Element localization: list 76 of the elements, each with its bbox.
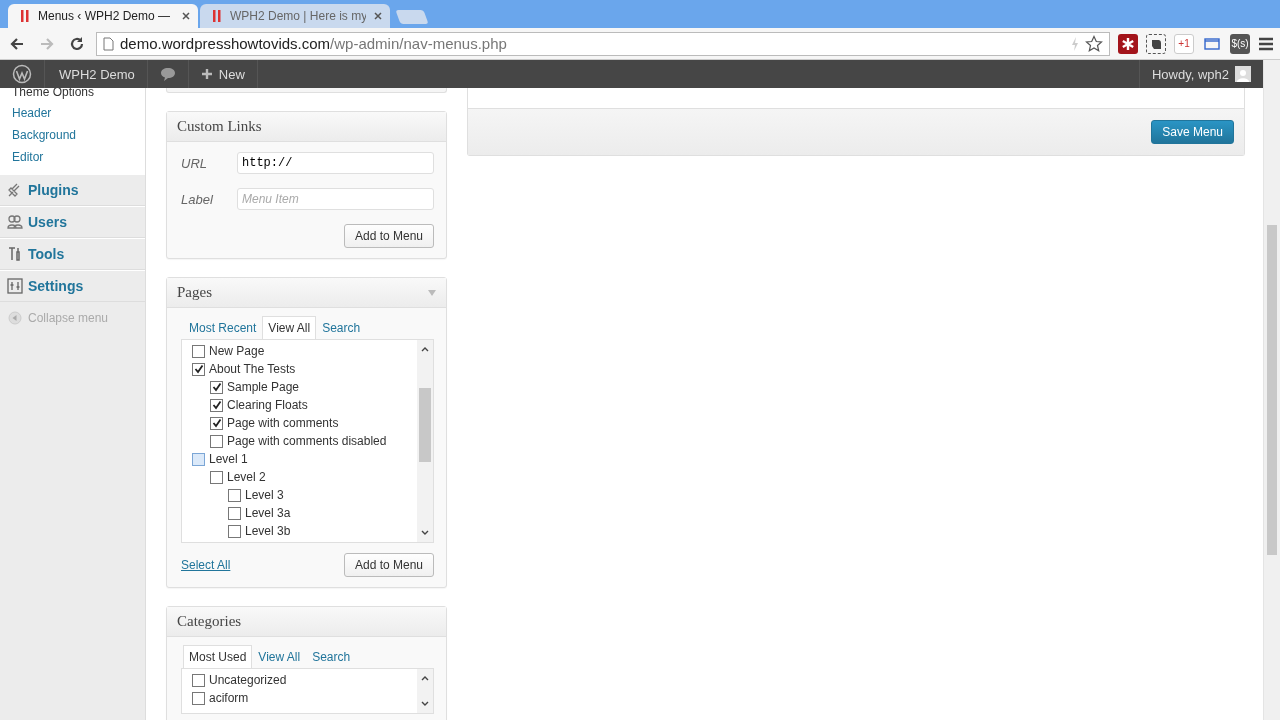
close-icon[interactable] [182, 12, 190, 20]
box-tab[interactable]: View All [262, 316, 317, 339]
panel-title: Categories [177, 613, 242, 630]
menu-icon[interactable] [1258, 36, 1274, 51]
checkbox[interactable] [228, 488, 241, 502]
settings-icon [6, 277, 24, 295]
add-to-menu-button[interactable]: Add to Menu [343, 553, 434, 577]
plus-one-icon[interactable]: +1 [1174, 33, 1194, 54]
checkbox-label: Page with comments disabled [227, 434, 387, 448]
checkbox[interactable] [210, 470, 223, 484]
forward-arrow-icon [39, 35, 55, 52]
submenu-link[interactable]: Theme Options [12, 88, 145, 102]
checkbox[interactable] [210, 380, 223, 394]
box-tab[interactable]: Most Recent [183, 316, 263, 339]
checkbox[interactable] [228, 506, 241, 520]
sidebar-item[interactable]: Users [0, 206, 145, 238]
lightning-icon [1071, 36, 1079, 51]
add-to-menu-button[interactable]: Add to Menu [343, 224, 434, 248]
checkbox-label: Level 1 [209, 452, 248, 466]
star-icon[interactable] [1085, 34, 1103, 53]
browser-tab[interactable]: Menus ‹ WPH2 Demo — [8, 4, 198, 28]
checkbox-label: Sample Page [227, 380, 300, 394]
favicon-icon [20, 9, 30, 23]
checkbox-label: About The Tests [209, 362, 296, 376]
checkbox-label: Level 2 [227, 470, 266, 484]
select-all-link[interactable]: Select All [181, 558, 231, 572]
panel-title: Custom Links [177, 118, 262, 135]
scrollbar[interactable] [417, 669, 433, 713]
page-icon [103, 36, 114, 51]
checkbox-label: Page with comments [227, 416, 339, 430]
extension-icon[interactable]: $(s) [1230, 33, 1250, 54]
checkbox[interactable] [192, 452, 205, 466]
back-arrow-icon [9, 35, 25, 52]
checkbox[interactable] [210, 416, 223, 430]
field-label: Label [181, 191, 214, 207]
checkbox[interactable] [210, 398, 223, 412]
reload-icon [69, 35, 85, 52]
checkbox[interactable] [192, 673, 205, 687]
checkbox-label: New Page [209, 344, 265, 358]
address-bar[interactable]: demo.wordpresshowtovids.com/wp-admin/nav-menus.php [96, 31, 1110, 56]
checkbox[interactable] [192, 691, 205, 705]
box-tab[interactable]: Most Used [183, 645, 253, 668]
sidebar-item[interactable]: Settings [0, 270, 145, 302]
sidebar-item[interactable]: Tools [0, 238, 145, 270]
checkbox-label: Clearing Floats [227, 398, 308, 412]
favicon-icon [212, 9, 222, 23]
scrollbar[interactable] [417, 340, 433, 542]
url-path: /wp-admin/nav-menus.php [330, 35, 507, 52]
field-label: URL [181, 155, 208, 171]
close-icon[interactable] [374, 12, 382, 20]
panel-title: Pages [177, 284, 212, 301]
url-domain: demo.wordpresshowtovids.com [120, 35, 331, 52]
checkbox-label: Level 3a [245, 506, 291, 520]
checkbox[interactable] [192, 362, 205, 376]
asterisk-icon[interactable] [1118, 33, 1138, 54]
box-tab[interactable]: Search [306, 645, 357, 668]
submenu-link[interactable]: Background [12, 124, 145, 146]
checkbox[interactable] [192, 344, 205, 358]
page-scrollbar[interactable] [1263, 60, 1280, 720]
save-menu-button[interactable]: Save Menu [1151, 120, 1234, 144]
plus-icon [200, 68, 213, 80]
sidebar-item[interactable]: Plugins [0, 174, 145, 206]
submenu-link[interactable]: Header [12, 102, 145, 124]
checkbox[interactable] [228, 524, 241, 538]
checkbox-label: Level 3 [245, 488, 284, 502]
checkbox-label: aciform [209, 691, 249, 705]
checkbox-label: Level 3b [245, 524, 291, 538]
box-tab[interactable]: Search [316, 316, 367, 339]
checkbox[interactable] [210, 434, 223, 448]
submenu-link[interactable]: Editor [12, 146, 145, 168]
box-tab[interactable]: View All [252, 645, 307, 668]
text-field[interactable]: http:// [237, 152, 434, 174]
users-icon [6, 213, 24, 231]
text-field[interactable]: Menu Item [237, 188, 434, 210]
avatar-icon [1235, 66, 1251, 82]
checkbox-label: Uncategorized [209, 673, 287, 687]
